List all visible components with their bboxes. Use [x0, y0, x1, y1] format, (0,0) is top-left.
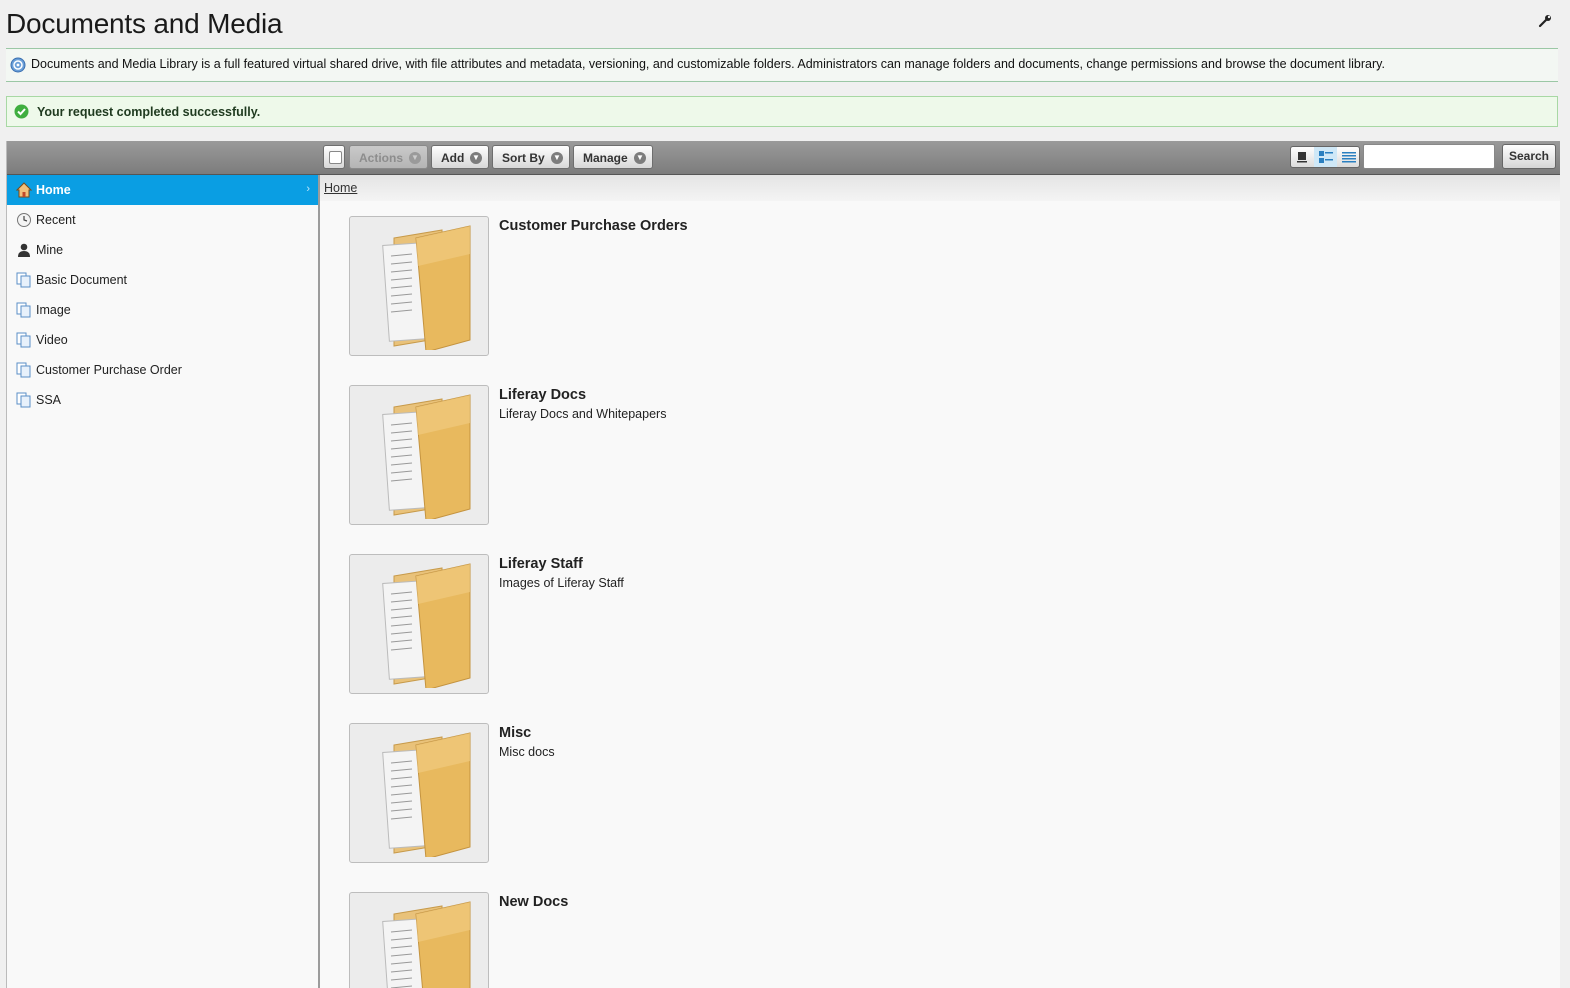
document-library-app: Actions ▼ Add ▼ Sort By ▼ Manage ▼ Searc…: [6, 141, 1560, 988]
page-title: Documents and Media: [6, 8, 283, 39]
success-check-icon: [14, 104, 29, 119]
wrench-icon[interactable]: [1538, 14, 1552, 28]
document-type-icon: [16, 332, 31, 348]
portlet-description: Documents and Media Library is a full fe…: [6, 48, 1558, 82]
sort-by-button[interactable]: Sort By ▼: [492, 145, 570, 169]
folder-item[interactable]: Liferay Staff Images of Liferay Staff: [349, 554, 1049, 696]
icon-view-icon: [1297, 152, 1307, 163]
document-type-icon: [16, 302, 31, 318]
folder-icon: [382, 732, 471, 857]
chevron-down-icon: ▼: [409, 152, 421, 164]
sidebar-item-home[interactable]: Home ›: [7, 175, 318, 205]
folder-title[interactable]: New Docs: [499, 894, 568, 910]
folder-thumbnail[interactable]: [349, 723, 489, 863]
add-button[interactable]: Add ▼: [431, 145, 489, 169]
navigation-sidebar: Home › Recent Mine Basic Document Image …: [7, 175, 320, 988]
sidebar-item-ssa[interactable]: SSA: [7, 385, 318, 415]
manage-button[interactable]: Manage ▼: [573, 145, 653, 169]
chevron-down-icon: ▼: [470, 152, 482, 164]
user-icon: [18, 243, 30, 257]
clock-icon: [17, 213, 31, 227]
folder-title[interactable]: Liferay Docs: [499, 387, 586, 403]
success-text: Your request completed successfully.: [37, 105, 261, 119]
folder-item[interactable]: Customer Purchase Orders: [349, 216, 1049, 358]
folder-title[interactable]: Customer Purchase Orders: [499, 218, 688, 234]
search-input[interactable]: [1363, 144, 1495, 169]
folder-icon: [382, 901, 471, 988]
sidebar-item-recent[interactable]: Recent: [7, 205, 318, 235]
folder-item[interactable]: New Docs: [349, 892, 1049, 988]
sidebar-item-mine[interactable]: Mine: [7, 235, 318, 265]
document-type-icon: [16, 392, 31, 408]
folder-icon: [382, 225, 471, 350]
folder-thumbnail[interactable]: [349, 892, 489, 988]
folder-icon: [382, 563, 471, 688]
folder-description: Liferay Docs and Whitepapers: [499, 407, 667, 421]
folder-thumbnail[interactable]: [349, 216, 489, 356]
chevron-right-icon: ›: [306, 183, 310, 195]
folder-icon: [382, 394, 471, 519]
chevron-down-icon: ▼: [634, 152, 646, 164]
folder-item[interactable]: Misc Misc docs: [349, 723, 1049, 865]
info-text: Documents and Media Library is a full fe…: [31, 57, 1385, 71]
toolbar: Actions ▼ Add ▼ Sort By ▼ Manage ▼ Searc…: [7, 141, 1560, 175]
folder-description: Misc docs: [499, 745, 555, 759]
descriptive-view-icon: [1319, 151, 1333, 163]
success-message: Your request completed successfully.: [6, 96, 1558, 127]
folder-thumbnail[interactable]: [349, 554, 489, 694]
select-all-checkbox[interactable]: [323, 145, 345, 169]
breadcrumb: Home: [320, 175, 1560, 201]
info-icon: [10, 57, 26, 73]
folder-item[interactable]: Liferay Docs Liferay Docs and Whitepaper…: [349, 385, 1049, 527]
folder-title[interactable]: Liferay Staff: [499, 556, 583, 572]
folder-thumbnail[interactable]: [349, 385, 489, 525]
sidebar-item-basic-document[interactable]: Basic Document: [7, 265, 318, 295]
folder-list: Customer Purchase Orders Liferay Docs Li…: [320, 201, 1560, 988]
document-type-icon: [16, 362, 31, 378]
icon-view-button[interactable]: [1291, 147, 1314, 167]
document-type-icon: [16, 272, 31, 288]
descriptive-view-button[interactable]: [1314, 147, 1337, 167]
search-button[interactable]: Search: [1502, 144, 1556, 169]
display-style-switcher: [1290, 146, 1360, 168]
sidebar-item-image[interactable]: Image: [7, 295, 318, 325]
folder-description: Images of Liferay Staff: [499, 576, 624, 590]
list-view-button[interactable]: [1337, 147, 1360, 167]
actions-button[interactable]: Actions ▼: [349, 145, 428, 169]
sidebar-item-customer-purchase-order[interactable]: Customer Purchase Order: [7, 355, 318, 385]
list-view-icon: [1342, 152, 1356, 163]
home-icon: [16, 182, 32, 198]
folder-title[interactable]: Misc: [499, 725, 531, 741]
sidebar-item-video[interactable]: Video: [7, 325, 318, 355]
breadcrumb-home-link[interactable]: Home: [324, 181, 357, 195]
chevron-down-icon: ▼: [551, 152, 563, 164]
